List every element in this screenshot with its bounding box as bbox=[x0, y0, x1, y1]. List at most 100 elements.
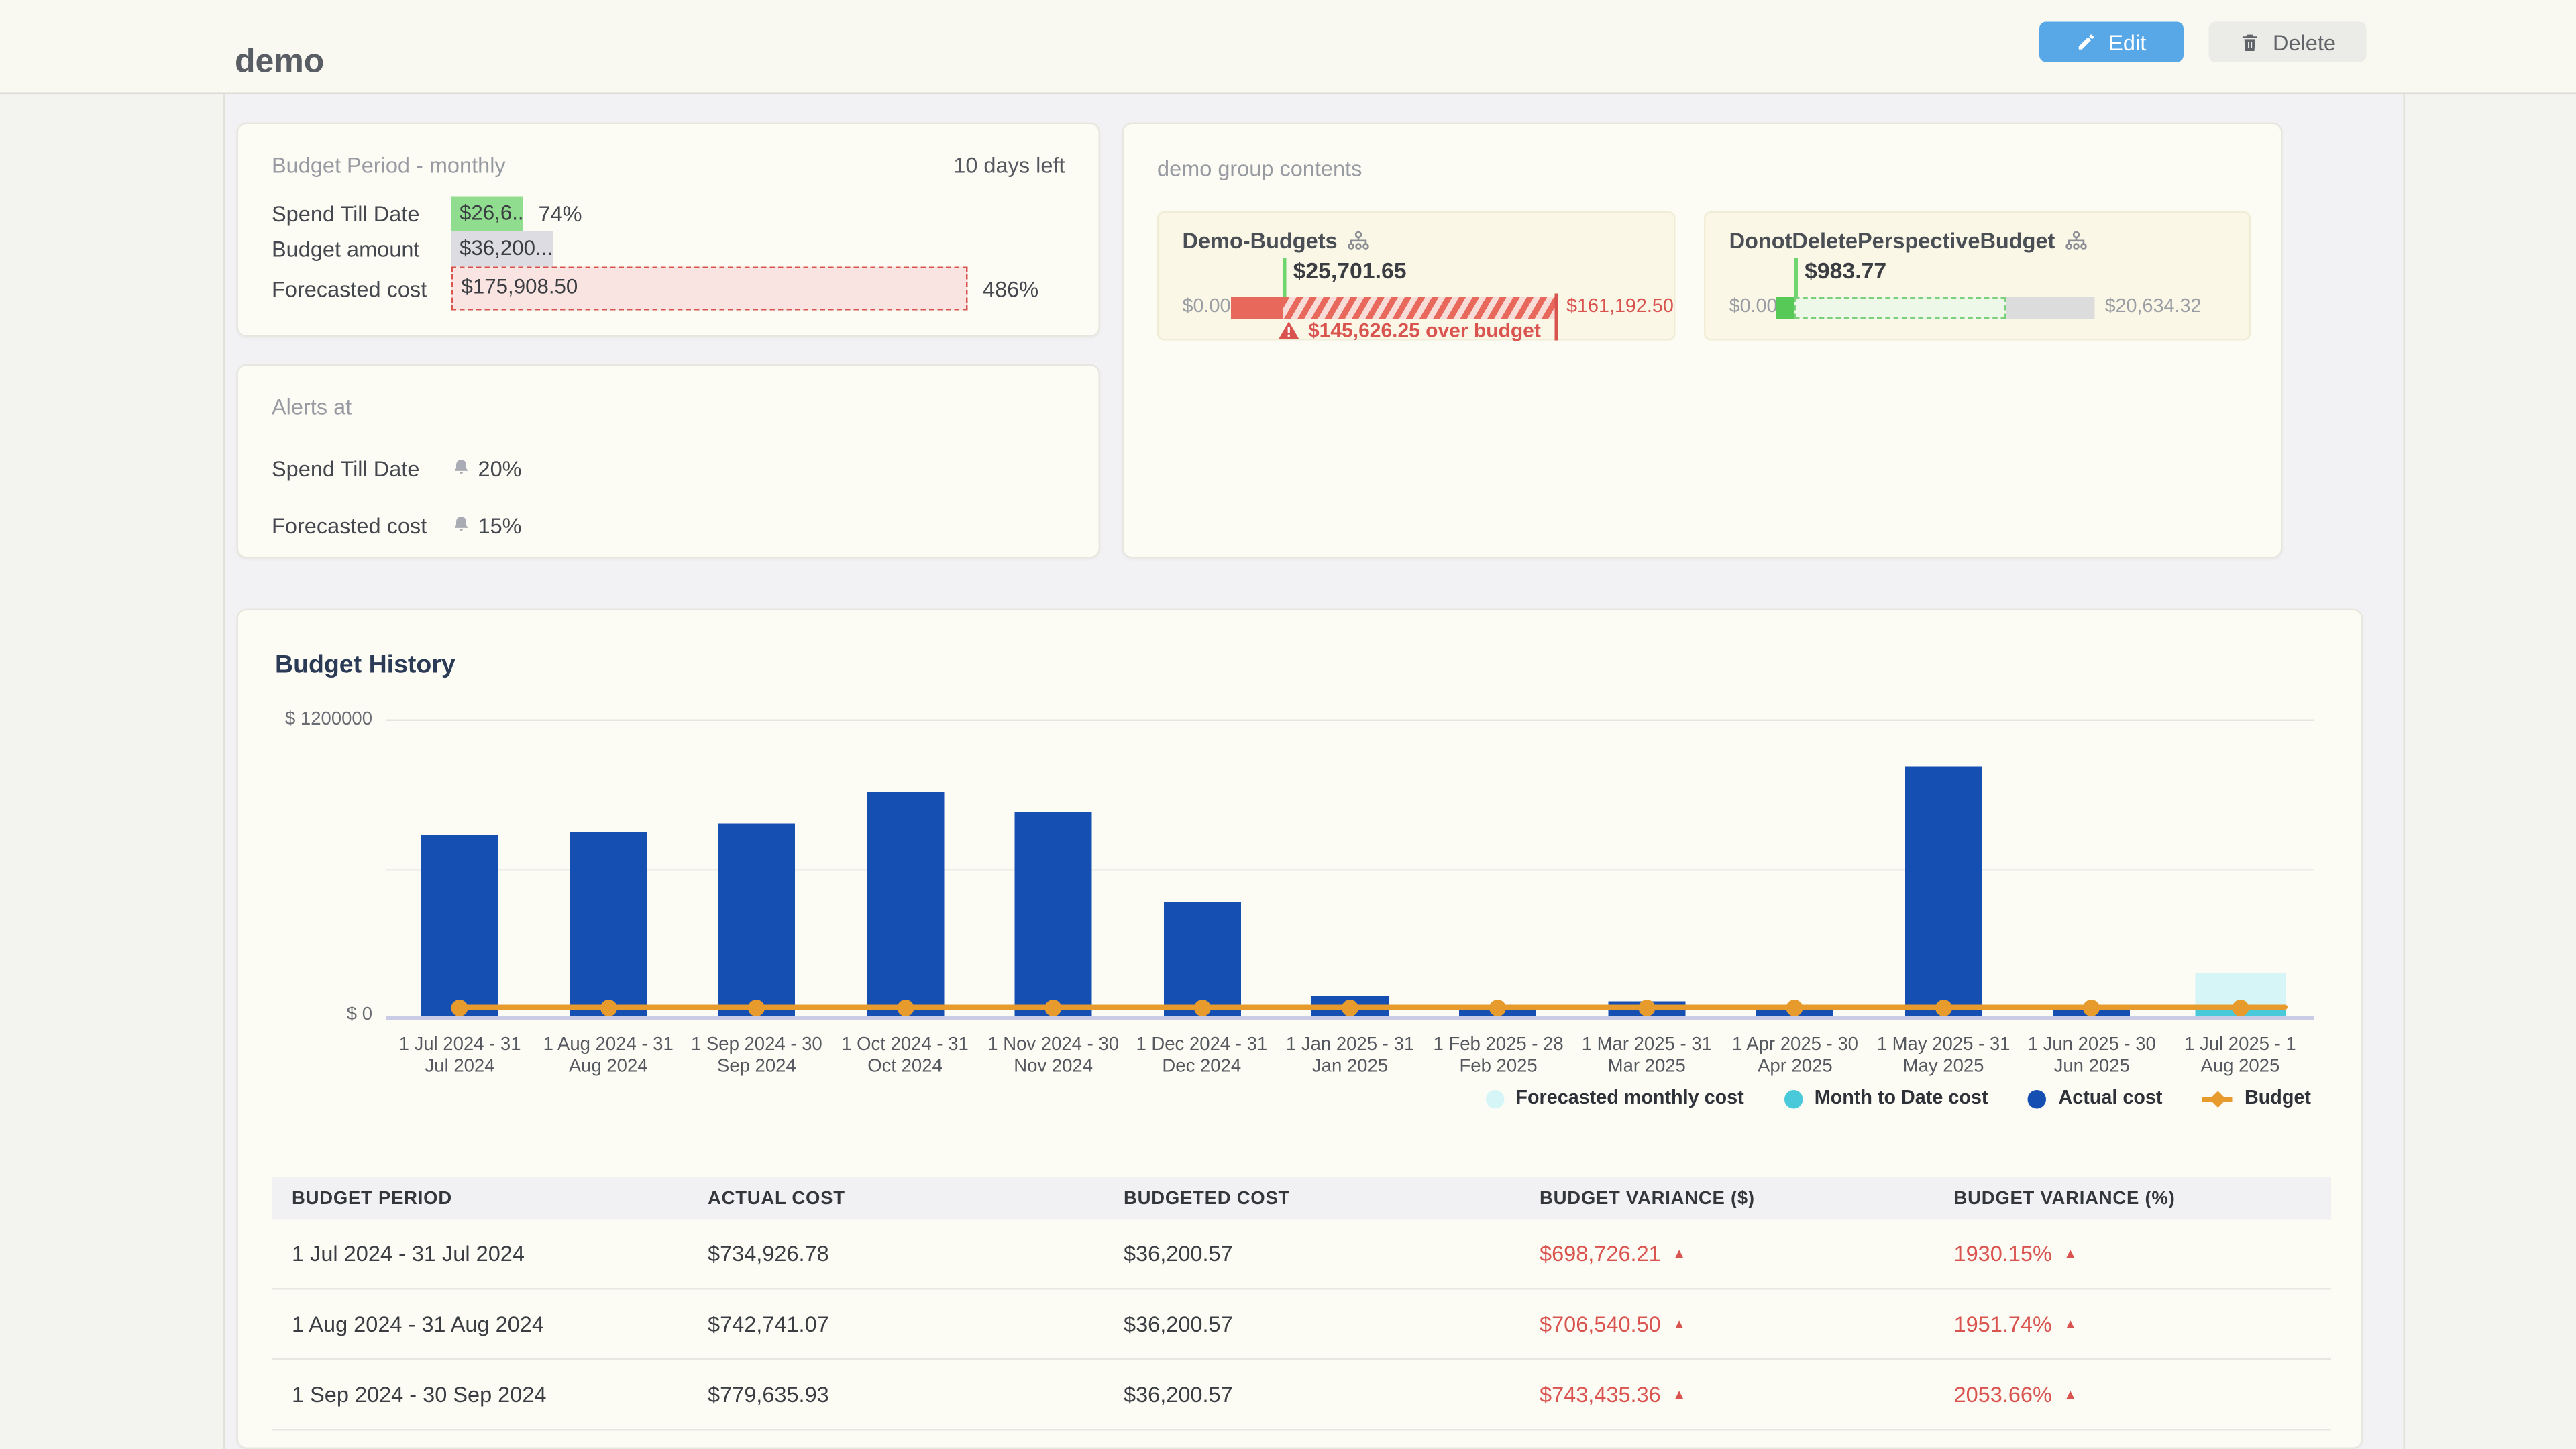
x-axis-label: 1 Mar 2025 - 31Mar 2025 bbox=[1572, 1035, 1721, 1079]
edit-button[interactable]: Edit bbox=[2039, 22, 2184, 62]
budget-period-row-percent: 486% bbox=[983, 276, 1038, 301]
alert-row: Forecasted cost15% bbox=[272, 496, 1065, 553]
variance-value: $743,435.36 bbox=[1540, 1382, 1661, 1407]
bar-max-label: $20,634.32 bbox=[2105, 297, 2202, 319]
budget-legend-diamond bbox=[2210, 1090, 2226, 1107]
budget-line-point bbox=[897, 999, 914, 1016]
budget-period-row: Budget amount$36,200.... bbox=[272, 231, 1075, 267]
edit-button-label: Edit bbox=[2108, 30, 2146, 55]
legend-item: Budget bbox=[2202, 1089, 2311, 1109]
budget-period-value-chip: $36,200.... bbox=[451, 231, 554, 267]
budget-period-title: Budget Period - monthly bbox=[272, 153, 506, 178]
up-triangle-icon: ▲ bbox=[2063, 1246, 2077, 1262]
table-row[interactable]: 1 Sep 2024 - 30 Sep 2024$779,635.93$36,2… bbox=[272, 1360, 2331, 1431]
table-cell: $742,741.07 bbox=[688, 1311, 1104, 1337]
table-row[interactable]: 1 Jul 2024 - 31 Jul 2024$734,926.78$36,2… bbox=[272, 1220, 2331, 1290]
hierarchy-icon bbox=[1348, 230, 1371, 252]
group-budget-name: DonotDeletePerspectiveBudget bbox=[1729, 228, 2089, 254]
budget-period-row-label: Budget amount bbox=[272, 237, 451, 262]
x-axis-label: 1 Nov 2024 - 30Nov 2024 bbox=[979, 1035, 1128, 1079]
x-axis-label: 1 Jul 2025 - 1Aug 2025 bbox=[2166, 1035, 2314, 1079]
budget-period-row: Forecasted cost$175,908.50486% bbox=[272, 267, 1075, 311]
trash-icon bbox=[2239, 31, 2261, 53]
legend-item: Actual cost bbox=[2028, 1089, 2162, 1109]
budget-period-row-label: Forecasted cost bbox=[272, 276, 451, 301]
budget-line-point bbox=[1786, 999, 1803, 1016]
budget-line-point bbox=[2084, 999, 2100, 1016]
table-row[interactable]: 1 Aug 2024 - 31 Aug 2024$742,741.07$36,2… bbox=[272, 1290, 2331, 1360]
x-axis-label: 1 May 2025 - 31May 2025 bbox=[1870, 1035, 2018, 1079]
table-header-cell: BUDGETED COST bbox=[1104, 1188, 1519, 1208]
alerts-title: Alerts at bbox=[272, 394, 352, 420]
actual-cost-bar bbox=[1905, 767, 1982, 1016]
alerts-rows: Spend Till Date 20% Forecasted cost15% bbox=[272, 439, 1065, 553]
bar-max-label: $161,192.50 bbox=[1566, 297, 1674, 319]
bar-remaining-segment bbox=[2006, 297, 2095, 319]
bar-spend-segment bbox=[1776, 297, 1795, 319]
budget-period-rows: Spend Till Date$26,6... 74% Budget amount$… bbox=[272, 197, 1075, 311]
x-axis-label: 1 Jan 2025 - 31Jan 2025 bbox=[1276, 1035, 1424, 1079]
bar-spend-segment bbox=[1231, 297, 1283, 319]
alert-row-label: Spend Till Date bbox=[272, 455, 451, 481]
legend-label: Actual cost bbox=[2058, 1089, 2162, 1109]
group-budget-list: Demo-Budgets$25,701.65$0.00$161,192.50$1… bbox=[1157, 211, 2251, 341]
group-budget-name-text: DonotDeletePerspectiveBudget bbox=[1729, 228, 2055, 254]
bar-min-label: $0.00 bbox=[1183, 297, 1231, 319]
variance-value: 2053.66% bbox=[1954, 1382, 2052, 1407]
delete-button-label: Delete bbox=[2273, 30, 2336, 55]
group-budget-card[interactable]: DonotDeletePerspectiveBudget$983.77$0.00… bbox=[1704, 211, 2251, 341]
budget-line-point bbox=[1045, 999, 1062, 1016]
table-header-row: BUDGET PERIODACTUAL COSTBUDGETED COSTBUD… bbox=[272, 1177, 2331, 1220]
budget-history-table: BUDGET PERIODACTUAL COSTBUDGETED COSTBUD… bbox=[272, 1177, 2331, 1431]
alert-row: Spend Till Date 20% bbox=[272, 439, 1065, 496]
table-header-cell: BUDGET VARIANCE ($) bbox=[1519, 1188, 1934, 1208]
page-title: demo bbox=[235, 44, 324, 83]
budget-period-value-chip: $26,6... bbox=[451, 197, 524, 232]
hierarchy-icon bbox=[2065, 230, 2088, 252]
actual-cost-bar bbox=[718, 824, 795, 1016]
budget-line-point bbox=[600, 999, 616, 1016]
bell-icon bbox=[451, 458, 472, 478]
budget-history-card: Budget History $ 1200000$ 01 Jul 2024 - … bbox=[237, 609, 2363, 1449]
legend-label: Forecasted monthly cost bbox=[1515, 1089, 1743, 1109]
x-axis-label: 1 Sep 2024 - 30Sep 2024 bbox=[682, 1035, 830, 1079]
table-cell: $779,635.93 bbox=[688, 1382, 1104, 1407]
group-budget-spend-value: $983.77 bbox=[1805, 258, 1886, 284]
variance-value: $706,540.50 bbox=[1540, 1311, 1661, 1337]
alert-row-value: 20% bbox=[451, 455, 522, 481]
legend-item: Forecasted monthly cost bbox=[1485, 1089, 1743, 1109]
group-budget-card[interactable]: Demo-Budgets$25,701.65$0.00$161,192.50$1… bbox=[1157, 211, 1676, 341]
actual-cost-bar bbox=[570, 833, 647, 1016]
table-cell: 1951.74%▲ bbox=[1934, 1311, 2332, 1337]
budget-limit-line bbox=[1555, 294, 1558, 341]
days-left-label: 10 days left bbox=[953, 153, 1065, 178]
legend-dot bbox=[2028, 1089, 2047, 1108]
budget-legend-marker bbox=[2202, 1090, 2233, 1107]
x-axis-label: 1 Apr 2025 - 30Apr 2025 bbox=[1721, 1035, 1869, 1079]
table-cell: $36,200.57 bbox=[1104, 1241, 1519, 1267]
budget-line bbox=[453, 1005, 2288, 1010]
x-axis-label: 1 Dec 2024 - 31Dec 2024 bbox=[1128, 1035, 1276, 1079]
budget-line-point bbox=[1193, 999, 1210, 1016]
bar-forecast-segment bbox=[1794, 297, 2005, 319]
variance-value: 1930.15% bbox=[1954, 1241, 2052, 1267]
table-cell: $706,540.50 ▲ bbox=[1519, 1311, 1934, 1337]
table-cell: $743,435.36▲ bbox=[1519, 1382, 1934, 1407]
table-cell: $36,200.57 bbox=[1104, 1311, 1519, 1337]
group-budget-name: Demo-Budgets bbox=[1183, 228, 1371, 254]
legend-dot bbox=[1784, 1089, 1803, 1108]
up-triangle-icon: ▲ bbox=[1672, 1317, 1686, 1332]
x-axis-label: 1 Jun 2025 - 30Jun 2025 bbox=[2018, 1035, 2166, 1079]
delete-button[interactable]: Delete bbox=[2209, 22, 2367, 62]
actual-cost-bar bbox=[867, 791, 944, 1016]
actual-cost-bar bbox=[1015, 811, 1092, 1016]
group-budget-name-text: Demo-Budgets bbox=[1183, 228, 1338, 254]
budget-period-row-percent: 74% bbox=[539, 201, 582, 227]
table-cell: $734,926.78 bbox=[688, 1241, 1104, 1267]
budget-period-row-label: Spend Till Date bbox=[272, 201, 451, 227]
x-axis-line bbox=[386, 1016, 2314, 1020]
alerts-card: Alerts at Spend Till Date 20% Forecasted c… bbox=[237, 364, 1101, 559]
actual-cost-bar bbox=[421, 835, 498, 1016]
alert-threshold-value: 20% bbox=[478, 455, 522, 481]
alert-threshold-value: 15% bbox=[478, 513, 522, 538]
